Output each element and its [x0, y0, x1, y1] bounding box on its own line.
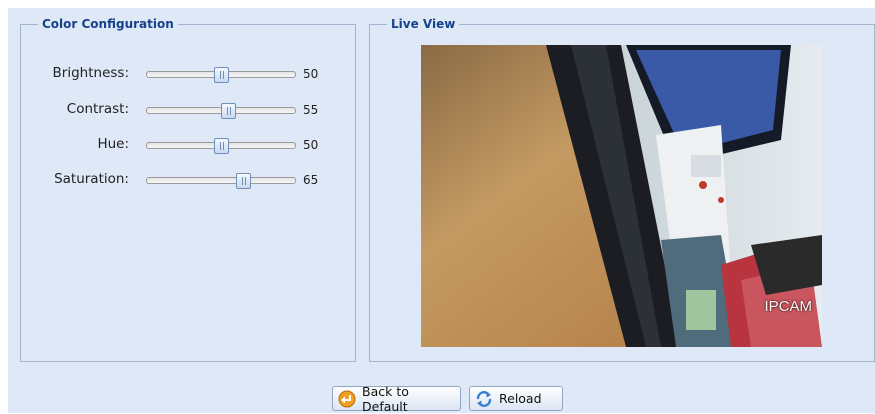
hue-row: Hue: 50: [21, 135, 351, 155]
contrast-slider-thumb[interactable]: [221, 103, 237, 119]
hue-value: 50: [303, 138, 319, 152]
contrast-label: Contrast:: [66, 101, 129, 117]
refresh-icon: [474, 390, 494, 408]
back-arrow-icon: [337, 390, 357, 408]
reload-label: Reload: [499, 391, 542, 406]
hue-slider-thumb[interactable]: [214, 138, 229, 154]
hue-label: Hue:: [97, 136, 129, 152]
saturation-row: Saturation: 65: [21, 170, 351, 190]
brightness-label: Brightness:: [52, 65, 129, 81]
live-video-feed[interactable]: IPCAM: [421, 45, 822, 347]
saturation-slider-thumb[interactable]: [236, 173, 252, 189]
saturation-slider-track[interactable]: [146, 173, 296, 189]
brightness-slider-thumb[interactable]: [214, 67, 229, 83]
saturation-label: Saturation:: [54, 171, 129, 187]
contrast-row: Contrast: 55: [21, 100, 351, 120]
contrast-value: 55: [303, 103, 319, 117]
brightness-row: Brightness: 50: [21, 64, 351, 84]
brightness-value: 50: [303, 67, 319, 81]
saturation-value: 65: [303, 173, 319, 187]
color-configuration-legend: Color Configuration: [42, 17, 174, 31]
camera-frame-image: [421, 45, 822, 347]
back-to-default-button[interactable]: Back to Default: [332, 383, 461, 414]
camera-osd-label: IPCAM: [764, 298, 812, 315]
brightness-slider-track[interactable]: [146, 67, 296, 83]
back-to-default-label: Back to Default: [362, 383, 409, 414]
color-configuration-group: Color Configuration Brightness: 50 Contr…: [20, 17, 356, 362]
hue-slider-track[interactable]: [146, 138, 296, 154]
reload-button[interactable]: Reload: [469, 386, 563, 411]
live-view-legend: Live View: [391, 17, 456, 31]
contrast-slider-track[interactable]: [146, 103, 296, 119]
